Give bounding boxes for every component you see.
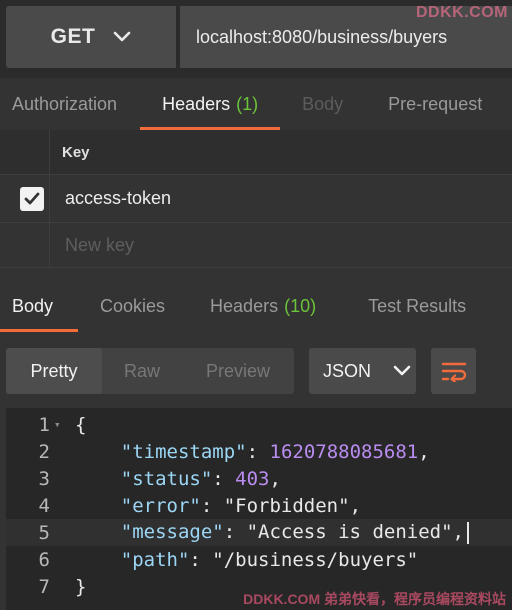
code-line: 2 "timestamp": 1620788085681, [6, 438, 512, 465]
close-brace: } [75, 575, 87, 598]
code-text: "status": 403, [120, 467, 281, 490]
code-text: } [75, 576, 86, 598]
wrap-lines-button[interactable] [431, 348, 476, 394]
open-brace: { [75, 413, 87, 436]
chevron-down-icon [393, 365, 411, 376]
response-toolbar: Pretty Raw Preview JSON [0, 340, 512, 402]
line-number: 4 [38, 494, 50, 517]
code-line: 6 "path": "/business/buyers" [6, 546, 512, 573]
code-text: { [75, 414, 86, 436]
wrap-lines-icon [441, 362, 466, 382]
json-value: 403 [235, 467, 270, 490]
request-bar: GET localhost:8080/business/buyers DDKK.… [0, 0, 512, 78]
line-number: 7 [38, 575, 50, 598]
tab-count: (1) [236, 93, 259, 114]
tab-authorization[interactable]: Authorization [12, 78, 117, 130]
json-value: "Access is denied" [246, 521, 453, 544]
code-line: 3 "status": 403, [6, 465, 512, 492]
tab-count: (10) [284, 295, 317, 316]
json-value: "Forbidden" [223, 494, 350, 517]
format-pretty-button[interactable]: Pretty [6, 348, 102, 394]
code-text: "path": "/business/buyers" [120, 548, 419, 571]
json-key: "timestamp" [120, 440, 247, 463]
request-tabs: Authorization Headers (1) Body Pre-reque… [0, 78, 512, 130]
json-key: "status" [120, 467, 213, 490]
tab-headers[interactable]: Headers (1) [140, 78, 281, 130]
method-select[interactable]: GET [6, 6, 176, 68]
watermark-bottom: DDKK.COM 弟弟快看，程序员编程资料站 [243, 591, 506, 607]
tab-label: Body [302, 93, 344, 114]
header-key-cell[interactable]: access-token [65, 175, 171, 222]
tab-label: Headers [210, 295, 279, 316]
table-header-row: Key [0, 130, 512, 175]
tab-test-results[interactable]: Test Results [368, 280, 466, 332]
format-raw-button[interactable]: Raw [102, 348, 182, 394]
header-enabled-checkbox[interactable] [20, 187, 44, 211]
checkbox-column [0, 223, 50, 267]
chevron-down-icon [114, 31, 131, 42]
language-select[interactable]: JSON [309, 348, 416, 394]
line-number: 2 [38, 440, 50, 463]
tab-label: Authorization [12, 93, 118, 114]
tab-response-body[interactable]: Body [0, 280, 78, 332]
tab-label: Body [12, 295, 54, 316]
line-number: 6 [38, 548, 50, 571]
key-column-header: Key [62, 144, 90, 161]
code-text: "message": "Access is denied", [75, 521, 469, 544]
response-body-editor[interactable]: 1 ▾ { 2 "timestamp": 1620788085681, 3 "s… [6, 408, 512, 610]
tab-label: Test Results [368, 295, 467, 316]
code-line: 1 ▾ { [6, 411, 512, 438]
tab-pre-request[interactable]: Pre-request [388, 78, 482, 130]
line-number: 3 [38, 467, 50, 490]
tab-cookies[interactable]: Cookies [100, 280, 165, 332]
tab-label: Pre-request [388, 93, 483, 114]
line-number: 5 [38, 521, 50, 544]
new-key-row: New key [0, 223, 512, 268]
tab-label: Cookies [100, 295, 166, 316]
text-cursor [466, 521, 469, 544]
method-label: GET [50, 25, 96, 48]
json-key: "message" [120, 521, 224, 544]
tab-body[interactable]: Body [302, 78, 343, 130]
json-key: "error" [120, 494, 201, 517]
code-text: "error": "Forbidden", [120, 494, 362, 517]
response-tabs: Body Cookies Headers (10) Test Results [0, 280, 512, 332]
watermark-top: DDKK.COM [416, 4, 508, 21]
code-text: "timestamp": 1620788085681, [120, 440, 430, 463]
headers-table: Key access-token New key [0, 130, 512, 268]
fold-caret-icon[interactable]: ▾ [54, 418, 61, 431]
json-value: "/business/buyers" [212, 548, 419, 571]
format-toggle-group: Pretty Raw Preview [6, 348, 294, 394]
checkbox-column [0, 130, 50, 174]
checkmark-icon [24, 192, 40, 205]
tab-response-headers[interactable]: Headers (10) [210, 280, 316, 332]
tab-label: Headers [162, 93, 231, 114]
format-preview-button[interactable]: Preview [182, 348, 294, 394]
code-line: 4 "error": "Forbidden", [6, 492, 512, 519]
code-line: 5 "message": "Access is denied", [6, 519, 512, 546]
json-value: 1620788085681 [269, 440, 419, 463]
new-key-input[interactable]: New key [65, 223, 134, 267]
table-row: access-token [0, 175, 512, 223]
language-label: JSON [323, 360, 372, 381]
json-key: "path" [120, 548, 190, 571]
line-number: 1 [38, 413, 50, 436]
